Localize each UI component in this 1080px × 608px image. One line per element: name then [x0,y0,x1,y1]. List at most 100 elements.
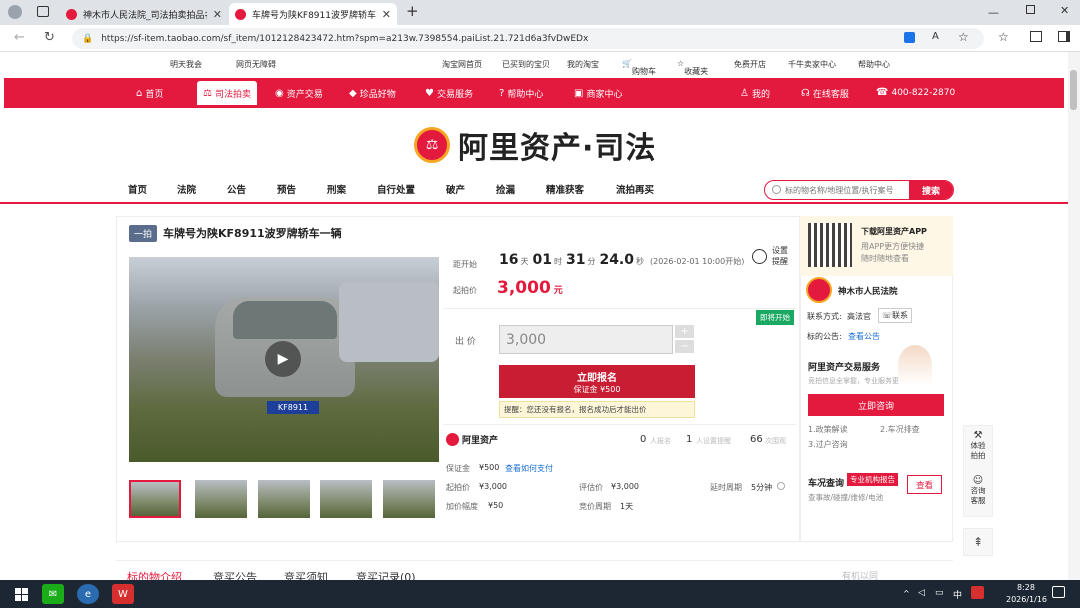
top-link[interactable]: 网页无障碍 [236,59,276,70]
url-field[interactable]: 🔒 https://sf-item.taobao.com/sf_item/101… [72,28,984,49]
top-link[interactable]: 已买到的宝贝 [502,59,550,70]
deposit-note: 保证金 ¥500 [573,384,621,394]
top-link[interactable]: 免费开店 [734,59,766,70]
nav-asset-trade[interactable]: ◉ 资产交易 [275,87,323,100]
nav-trade-service[interactable]: ♥ 交易服务 [425,87,473,100]
wps-icon[interactable]: W [112,584,134,604]
nav-merchant[interactable]: ▣ 商家中心 [574,87,622,100]
set-reminder-button[interactable]: 设置提醒 [752,245,794,267]
nav-phone[interactable]: ☎ 400-822-2870 [876,87,955,98]
close-window-icon[interactable]: ✕ [1060,4,1069,17]
subnav-item[interactable]: 法院 [177,182,196,196]
app-title[interactable]: 下载阿里资产APP [861,226,927,237]
tab-actions-icon[interactable] [37,6,49,17]
search-button[interactable]: 搜索 [909,181,953,199]
network-icon[interactable]: ▭ [935,588,944,598]
subnav-item[interactable]: 预告 [277,182,296,196]
tray-chevron-icon[interactable]: ^ [903,589,910,598]
top-link[interactable]: 明天我会 [170,59,202,70]
nav-judicial-auction[interactable]: ⚖ 司法拍卖 [197,81,257,105]
increment-button[interactable]: + [675,325,694,338]
minimize-icon[interactable]: — [988,6,999,19]
notice-link[interactable]: 查看公告 [848,331,880,342]
notification-icon[interactable] [1052,586,1065,598]
read-aloud-icon[interactable]: A [932,31,939,42]
service-item: 3.过户咨询 [808,440,848,449]
sidebar-toggle-icon[interactable] [1058,31,1070,42]
profile-icon[interactable] [8,5,22,19]
favorites-link[interactable]: ☆ 收藏夹 [677,59,708,76]
customer-service-button[interactable]: ☺ 咨询客服 [964,475,992,506]
scrollbar-thumb[interactable] [1070,70,1077,110]
nav-online-service[interactable]: ☊ 在线客服 [801,87,849,100]
favorites-bar-icon[interactable]: ☆ [998,30,1009,44]
logo-text: 阿里资产·司法 [458,131,657,166]
court-logo-icon [806,277,832,303]
favorite-icon[interactable]: ☆ [958,30,969,44]
subnav-item[interactable]: 流拍再买 [616,182,654,196]
top-link[interactable]: 淘宝网首页 [442,59,482,70]
nav-help[interactable]: ? 帮助中心 [499,87,543,100]
close-tab-icon[interactable]: ✕ [382,8,391,21]
close-tab-icon[interactable]: ✕ [213,8,222,21]
top-link[interactable]: 我的淘宝 [567,59,599,70]
new-tab-button[interactable]: + [406,2,419,20]
subnav-item[interactable]: 公告 [227,182,246,196]
info-icon[interactable] [777,482,785,490]
pay-link[interactable]: 查看如何支付 [505,463,553,474]
photo-thumbnail[interactable] [320,480,372,518]
photo-thumbnail[interactable] [383,480,435,518]
scrollbar[interactable] [1068,52,1080,580]
subnav-item[interactable]: 精准获客 [546,182,584,196]
extension-icon[interactable] [904,32,915,43]
subnav-item[interactable]: 自行处置 [377,182,415,196]
nav-home[interactable]: ⌂ 首页 [136,87,163,100]
start-price-label: 起拍价 [453,286,477,295]
experience-button[interactable]: ⚒ 体验拍拍 [964,430,992,461]
minutes: 31 [565,252,586,268]
court-name[interactable]: 神木市人民法院 [838,285,898,297]
contact-button[interactable]: ☏联系 [878,308,913,323]
home-icon: ⌂ [136,88,143,99]
start-icon[interactable] [10,584,32,604]
nav-mine[interactable]: ♙ 我的 [740,87,770,100]
registration-reminder: 提醒：您还没有报名，报名成功后才能出价 [499,401,695,418]
subnav-item[interactable]: 破产 [446,182,465,196]
subnav-item[interactable]: 捡漏 [496,182,515,196]
clock[interactable]: 8:28 2026/1/16 [1006,582,1047,606]
site-logo[interactable]: ⚖ 阿里资产·司法 [414,123,656,167]
refresh-icon[interactable]: ↻ [44,30,55,45]
ime-indicator[interactable]: 中 [953,588,962,601]
photo-thumbnail[interactable] [129,480,181,518]
detail-tabs: 标的物介绍 竞买公告 竞买须知 竞买记录(0) 有机以同 [116,560,953,584]
photo-thumbnail[interactable] [195,480,247,518]
car-check-button[interactable]: 查看 [907,475,942,494]
search-input[interactable] [765,181,909,199]
top-link[interactable]: 帮助中心 [858,59,890,70]
decrement-button[interactable]: − [675,340,694,353]
play-icon[interactable]: ▶ [265,341,301,377]
restore-icon[interactable] [1026,5,1035,14]
back-icon[interactable]: ← [14,30,25,45]
bid-input[interactable]: 3,000 [499,325,673,354]
photo-thumbnail[interactable] [258,480,310,518]
consult-button[interactable]: 立即咨询 [808,394,944,416]
collections-icon[interactable] [1030,31,1042,42]
nav-treasure[interactable]: ◆ 珍品好物 [349,87,396,100]
tab-item[interactable]: 车牌号为陕KF8911波罗牌轿车一辆 ✕ [229,3,397,25]
subnav-item[interactable]: 刑案 [327,182,346,196]
subnav-item[interactable]: 首页 [128,182,147,196]
apply-button[interactable]: 立即报名 保证金 ¥500 [499,365,695,398]
notice-label: 标的公告: [807,332,842,341]
cart-link[interactable]: 🛒 购物车 [622,59,656,76]
speaker-icon[interactable]: ◁ [918,588,925,598]
seconds: 24.0 [599,252,634,268]
edge-icon[interactable]: e [77,584,99,604]
top-link[interactable]: 千牛卖家中心 [788,59,836,70]
tab-title: 车牌号为陕KF8911波罗牌轿车一辆 [252,10,376,21]
tab-court-list[interactable]: 神木市人民法院_司法拍卖拍品名单 ✕ [60,3,228,25]
wps-tray-icon[interactable] [971,586,984,599]
wrecked-car [339,282,439,362]
wechat-icon[interactable]: ✉ [42,584,64,604]
back-to-top-button[interactable]: ⇞ [963,528,993,556]
